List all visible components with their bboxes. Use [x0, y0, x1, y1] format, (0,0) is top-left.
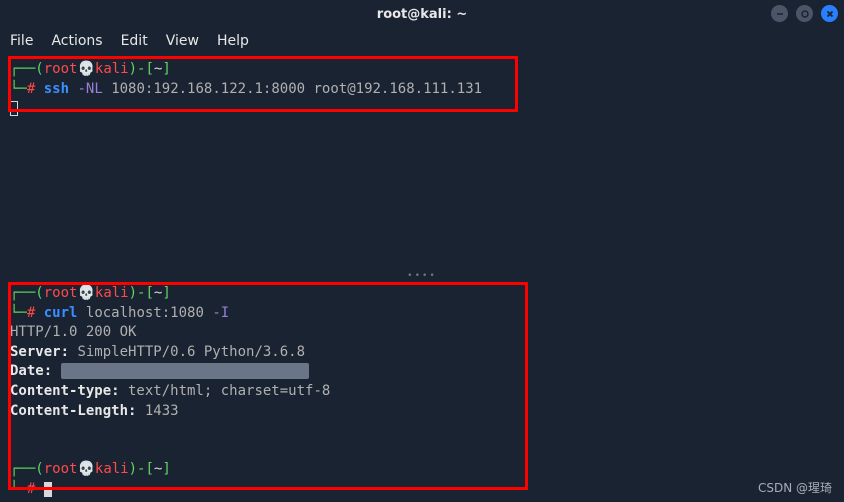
blank-line	[10, 441, 834, 461]
menu-file[interactable]: File	[10, 33, 33, 49]
prompt-line-3: ┌──(root💀kali)-[~]	[10, 460, 834, 480]
blank-line	[10, 421, 834, 441]
maximize-button[interactable]	[796, 5, 813, 22]
output-status: HTTP/1.0 200 OK	[10, 323, 834, 343]
menu-view[interactable]: View	[166, 33, 199, 49]
menubar: File Actions Edit View Help	[0, 28, 844, 54]
cursor-icon	[44, 482, 52, 497]
output-server: Server: SimpleHTTP/0.6 Python/3.6.8	[10, 343, 834, 363]
terminal-pane-bottom[interactable]: ┌──(root💀kali)-[~] └─# curl localhost:10…	[0, 278, 844, 502]
titlebar: root@kali: ~	[0, 0, 844, 28]
close-button[interactable]	[821, 5, 838, 22]
command-line-2: └─# curl localhost:1080 -I	[10, 304, 834, 324]
output-content-type: Content-type: text/html; charset=utf-8	[10, 382, 834, 402]
output-content-length: Content-Length: 1433	[10, 402, 834, 422]
cursor-outline-icon	[10, 101, 18, 116]
command-line-3: └─#	[10, 480, 834, 500]
prompt-line-2: ┌──(root💀kali)-[~]	[10, 284, 834, 304]
menu-edit[interactable]: Edit	[121, 33, 148, 49]
titlebar-buttons	[771, 5, 838, 22]
prompt-line-1: ┌──(root💀kali)-[~]	[10, 60, 834, 80]
terminal-area[interactable]: ┌──(root💀kali)-[~] └─# ssh -NL 1080:192.…	[0, 54, 844, 502]
menu-help[interactable]: Help	[217, 33, 249, 49]
watermark: CSDN @瑆琦	[758, 479, 832, 496]
minimize-button[interactable]	[771, 5, 788, 22]
output-date: Date: ███, ██ ███ ████ ██:██:██ ███	[10, 362, 834, 382]
window-title: root@kali: ~	[377, 7, 467, 22]
cursor-line-top	[10, 99, 834, 119]
menu-actions[interactable]: Actions	[51, 33, 102, 49]
command-line-1: └─# ssh -NL 1080:192.168.122.1:8000 root…	[10, 80, 834, 100]
terminal-pane-top[interactable]: ┌──(root💀kali)-[~] └─# ssh -NL 1080:192.…	[0, 54, 844, 274]
